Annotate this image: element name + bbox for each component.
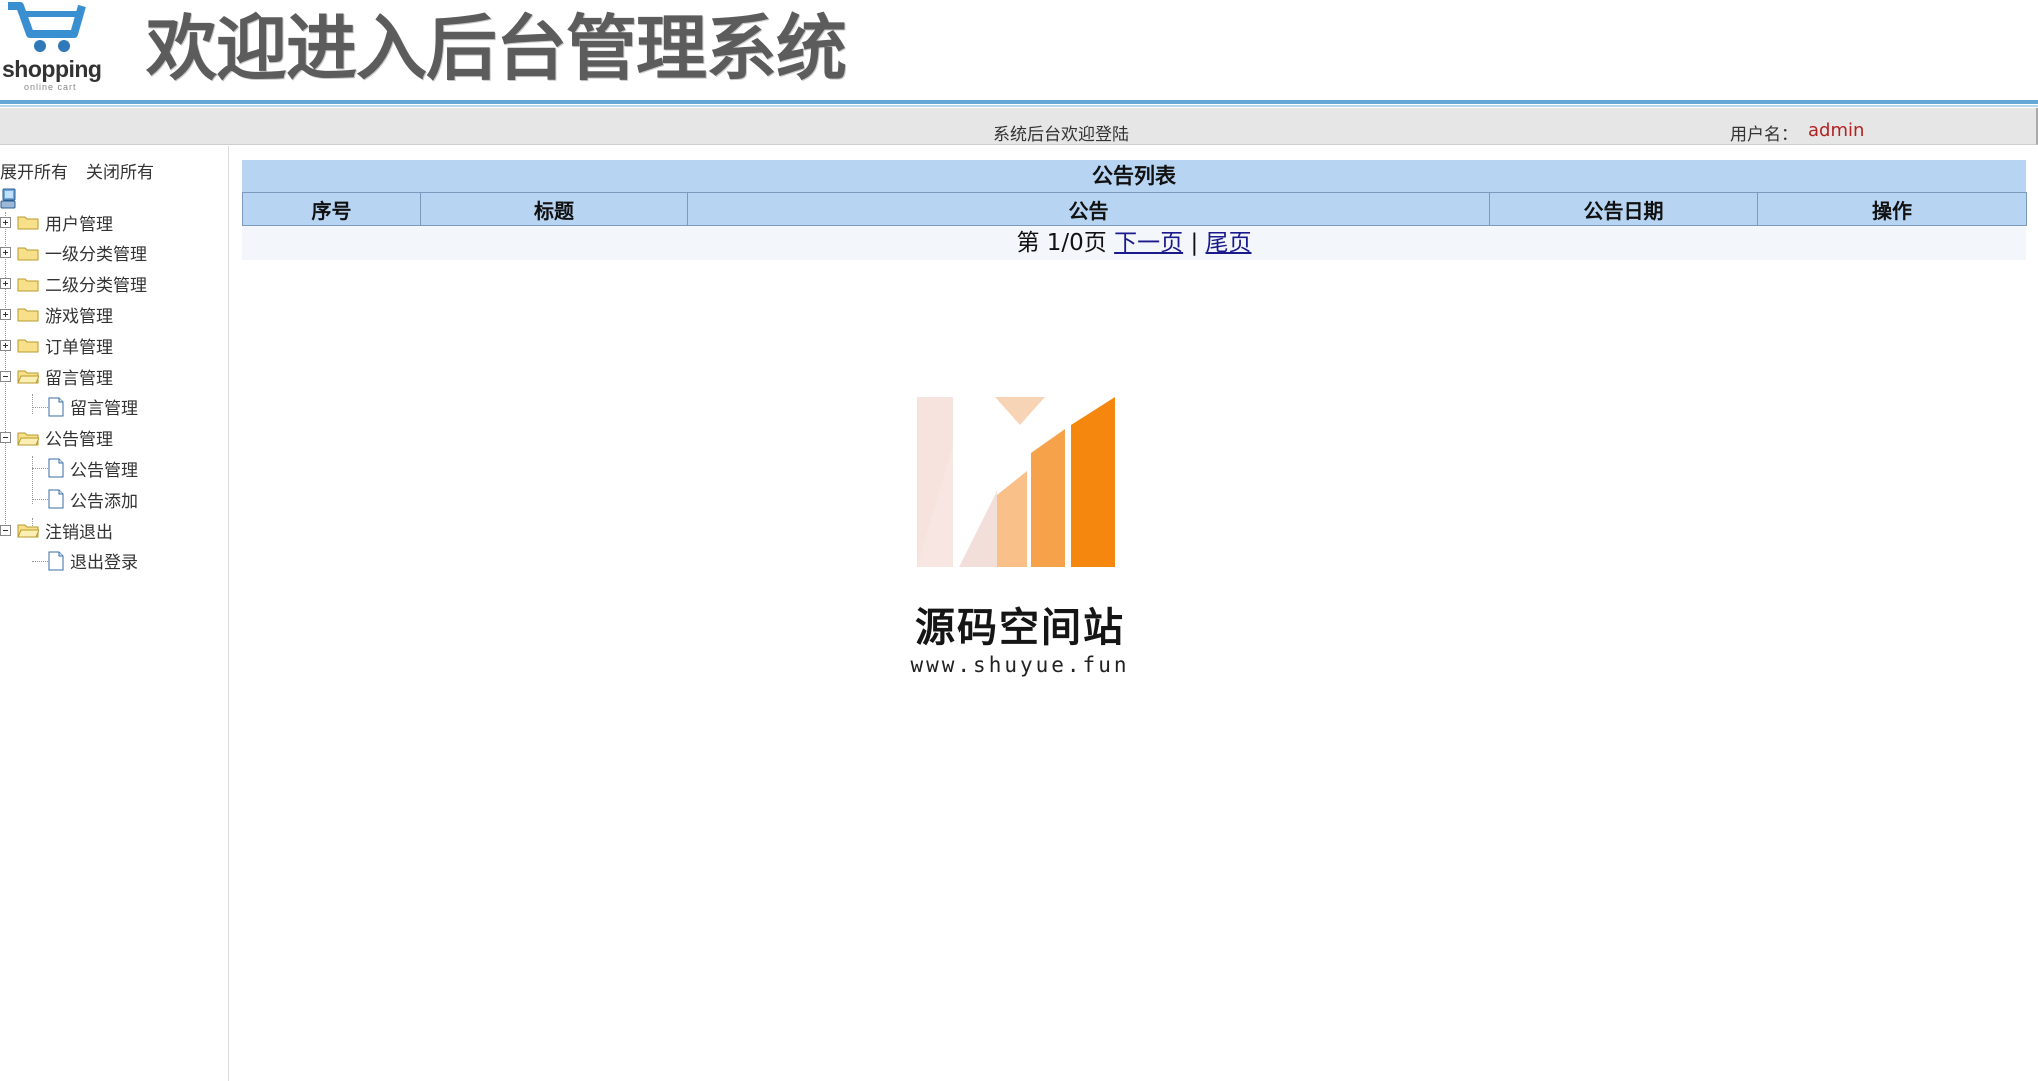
computer-icon: [0, 188, 16, 209]
page-indicator: 第 1/0页: [1016, 230, 1107, 256]
watermark: 源码空间站 www.shuyue.fun: [905, 395, 1135, 695]
document-icon: [48, 489, 64, 509]
shopping-cart-logo: shopping online cart: [0, 0, 110, 95]
username-label: 用户名：: [1730, 125, 1798, 145]
username-value: admin: [1808, 120, 1865, 141]
header-divider: [0, 100, 2038, 104]
tree-node-label[interactable]: 订单管理: [45, 333, 113, 358]
tree-guide-line: [32, 468, 48, 470]
expand-toggle-icon[interactable]: [0, 339, 11, 351]
folder-icon: [17, 247, 39, 261]
column-header-notice[interactable]: 公告: [687, 192, 1490, 226]
last-page-link[interactable]: 尾页: [1206, 230, 1252, 256]
tree-guide-line: [32, 456, 33, 504]
tree-node-label[interactable]: 公告管理: [45, 425, 113, 450]
collapse-toggle-icon[interactable]: [0, 370, 11, 382]
folder-icon: [17, 339, 39, 353]
expand-toggle-icon[interactable]: [0, 247, 11, 259]
tree-leaf-label[interactable]: 退出登录: [70, 548, 138, 573]
tree-leaf-7-0[interactable]: 退出登录: [48, 547, 138, 575]
collapse-toggle-icon[interactable]: [0, 432, 11, 444]
table-header-row: 序号 标题 公告 公告日期 操作: [242, 192, 2027, 226]
column-header-date[interactable]: 公告日期: [1489, 192, 1758, 226]
notice-table: 序号 标题 公告 公告日期 操作: [242, 192, 2027, 226]
folder-icon: [17, 216, 39, 230]
cart-icon: [8, 2, 86, 52]
column-header-title[interactable]: 标题: [420, 192, 688, 226]
collapse-toggle-icon[interactable]: [0, 524, 11, 536]
expand-all-link[interactable]: 展开所有: [0, 158, 68, 183]
column-header-index[interactable]: 序号: [242, 192, 421, 226]
banner-title: 欢迎进入后台管理系统: [146, 7, 847, 90]
tree-node-1[interactable]: 一级分类管理: [0, 239, 147, 267]
tree-guide-line: [32, 406, 48, 408]
folder-icon: [17, 524, 39, 538]
tree-node-label[interactable]: 留言管理: [45, 364, 113, 389]
tree-leaf-label[interactable]: 公告添加: [70, 487, 138, 512]
tree-node-label[interactable]: 注销退出: [45, 518, 113, 543]
folder-icon: [17, 308, 39, 322]
tree-leaf-6-0[interactable]: 公告管理: [48, 454, 138, 482]
document-icon: [48, 397, 64, 417]
notice-list-title: 公告列表: [242, 160, 2026, 192]
tree-guide-line: [32, 499, 48, 501]
folder-icon: [17, 370, 39, 384]
folder-icon: [17, 278, 39, 292]
watermark-title: 源码空间站: [915, 605, 1125, 651]
pager-separator: |: [1190, 230, 1199, 256]
tree-node-label[interactable]: 一级分类管理: [45, 240, 147, 265]
header-divider-light: [0, 105, 2038, 107]
tree-leaf-6-1[interactable]: 公告添加: [48, 485, 138, 513]
tree-guide-line: [32, 560, 48, 562]
tree-leaf-label[interactable]: 公告管理: [70, 456, 138, 481]
tree-node-6[interactable]: 公告管理: [0, 424, 113, 452]
tree-node-label[interactable]: 二级分类管理: [45, 271, 147, 296]
tree-node-2[interactable]: 二级分类管理: [0, 270, 147, 298]
collapse-all-link[interactable]: 关闭所有: [86, 158, 154, 183]
expand-toggle-icon[interactable]: [0, 278, 11, 290]
document-icon: [48, 458, 64, 478]
welcome-text: 系统后台欢迎登陆: [993, 125, 1129, 145]
tree-node-5[interactable]: 留言管理: [0, 362, 113, 390]
tree-node-7[interactable]: 注销退出: [0, 516, 113, 544]
header: shopping online cart 欢迎进入后台管理系统: [0, 0, 2038, 100]
tree-leaf-label[interactable]: 留言管理: [70, 394, 138, 419]
expand-toggle-icon[interactable]: [0, 216, 11, 228]
document-icon: [48, 551, 64, 571]
pagination: 第 1/0页 下一页 | 尾页: [242, 226, 2026, 260]
next-page-link[interactable]: 下一页: [1114, 230, 1183, 256]
tree-node-label[interactable]: 用户管理: [45, 210, 113, 235]
logo-subtext: online cart: [24, 82, 77, 92]
main-content: 公告列表 序号 标题 公告 公告日期 操作 第 1/0页 下一页 | 尾页: [242, 160, 2027, 260]
watermark-url: www.shuyue.fun: [910, 653, 1130, 677]
tree-leaf-5-0[interactable]: 留言管理: [48, 393, 138, 421]
tree-node-0[interactable]: 用户管理: [0, 208, 113, 236]
column-header-action[interactable]: 操作: [1757, 192, 2027, 226]
tree-guide-line: [32, 394, 33, 414]
tree-node-label[interactable]: 游戏管理: [45, 302, 113, 327]
expand-toggle-icon[interactable]: [0, 308, 11, 320]
logo-text: shopping: [2, 56, 102, 82]
folder-icon: [17, 432, 39, 446]
status-bar: 系统后台欢迎登陆 用户名： admin: [0, 108, 2038, 145]
tree-node-3[interactable]: 游戏管理: [0, 300, 113, 328]
sidebar-tree: 展开所有 关闭所有 用户管理 一级分类管理 二级分类管理 游戏管理 订单管理 留言管理 留言…: [0, 146, 229, 1081]
watermark-logo-icon: [917, 397, 1115, 567]
tree-node-4[interactable]: 订单管理: [0, 331, 113, 359]
